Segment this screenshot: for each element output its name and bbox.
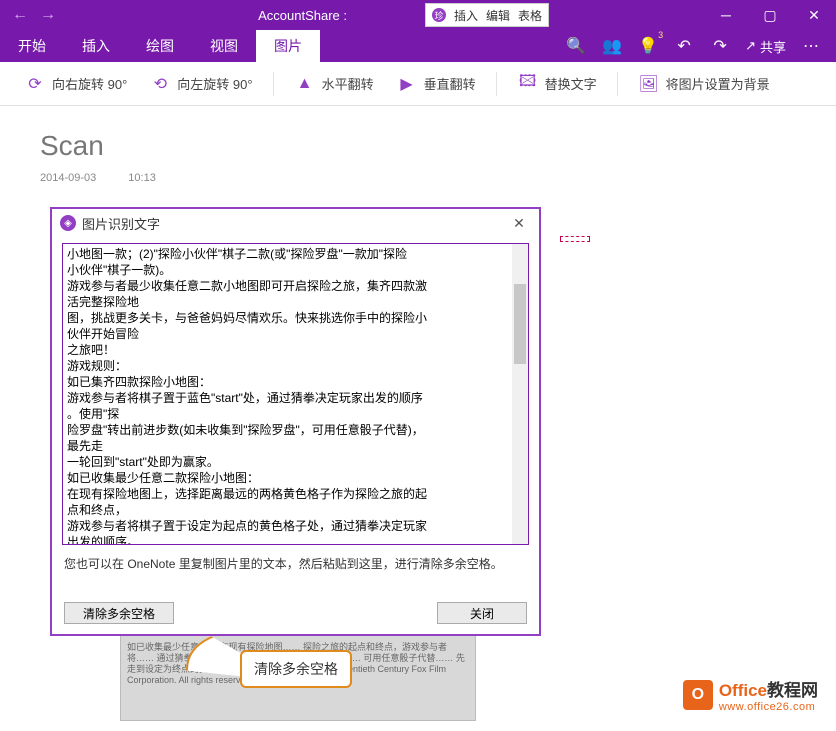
watermark-url: www.office26.com (719, 701, 818, 713)
ocr-line: 游戏参与者最少收集任意二款小地图即可开启探险之旅，集齐四款激 (67, 278, 524, 294)
ocr-line: 险罗盘"转出前进步数(如未收集到"探险罗盘"，可用任意骰子代替)， (67, 422, 524, 438)
rotate-right-label: 向右旋转 90° (52, 74, 127, 93)
rotate-left-label: 向左旋转 90° (177, 74, 252, 93)
dialog-body: 小地图一款；(2)"探险小伙伴"棋子二款(或"探险罗盘"一款加"探险小伙伴"棋子… (52, 237, 539, 634)
ocr-text-area[interactable]: 小地图一款；(2)"探险小伙伴"棋子二款(或"探险罗盘"一款加"探险小伙伴"棋子… (62, 243, 529, 545)
page-title[interactable]: Scan (40, 130, 796, 162)
dialog-close-btn[interactable]: 关闭 (437, 602, 527, 624)
maximize-button[interactable]: ▢ (748, 0, 792, 30)
mini-table[interactable]: 表格 (518, 7, 542, 24)
set-bg-button[interactable]: 🖼 将图片设置为背景 (632, 69, 776, 99)
dialog-title: 图片识别文字 (82, 214, 160, 233)
ocr-line: 游戏规则： (67, 358, 524, 374)
redo-icon[interactable]: ↷ (709, 31, 731, 61)
separator (273, 72, 274, 96)
rotate-left-button[interactable]: ⟲ 向左旋转 90° (143, 69, 258, 99)
watermark-brand: Office教程网 (719, 676, 818, 701)
dialog-close-button[interactable]: ✕ (507, 215, 531, 232)
page-time: 10:13 (128, 172, 156, 184)
ocr-line: 。使用"探 (67, 406, 524, 422)
separator (496, 72, 497, 96)
ocr-line: 伙伴开始冒险 (67, 326, 524, 342)
rotate-right-icon: ⟳ (24, 73, 46, 95)
more-icon[interactable]: ⋯ (800, 31, 822, 61)
page-content: Scan 2014-09-03 10:13 (0, 106, 836, 208)
ocr-line: 在现有探险地图上，选择距离最远的两格黄色格子作为探险之旅的起 (67, 486, 524, 502)
ribbon-tabs: 开始 插入 绘图 视图 图片 🔍 👥 💡3 ↶ ↷ ↗ 共享 ⋯ (0, 30, 836, 62)
close-button[interactable]: ✕ (792, 0, 836, 30)
set-bg-icon: 🖼 (638, 73, 660, 95)
tab-picture[interactable]: 图片 (256, 30, 320, 62)
back-arrow-icon[interactable]: ← (6, 0, 34, 30)
ocr-line: 图，挑战更多关卡，与爸爸妈妈尽情欢乐。快来挑选你手中的探险小 (67, 310, 524, 326)
ocr-line: 点和终点， (67, 502, 524, 518)
ocr-line: 活完整探险地 (67, 294, 524, 310)
scroll-thumb[interactable] (514, 284, 526, 364)
mini-insert[interactable]: 插入 (454, 7, 478, 24)
title-bar: ← → AccountShare : xxxxxxxxxxxxxxxx nes … (0, 0, 836, 30)
ocr-dialog: ◈ 图片识别文字 ✕ 小地图一款；(2)"探险小伙伴"棋子二款(或"探险罗盘"一… (50, 207, 541, 636)
search-icon[interactable]: 🔍 (565, 31, 587, 61)
ocr-line: 游戏参与者将棋子置于设定为起点的黄色格子处，通过猜拳决定玩家 (67, 518, 524, 534)
minimize-button[interactable]: ─ (704, 0, 748, 30)
scrollbar[interactable] (512, 244, 528, 544)
separator (617, 72, 618, 96)
alt-text-icon: 🖾 (517, 73, 539, 95)
ocr-line: 游戏参与者将棋子置于蓝色"start"处，通过猜拳决定玩家出发的顺序 (67, 390, 524, 406)
alt-text-button[interactable]: 🖾 替换文字 (511, 69, 603, 99)
flip-h-button[interactable]: ▲ 水平翻转 (288, 69, 380, 99)
title-center: AccountShare : xxxxxxxxxxxxxxxx nes lint… (68, 8, 704, 23)
share-label: 共享 (760, 37, 786, 56)
watermark: O Office教程网 www.office26.com (683, 676, 818, 713)
flip-h-icon: ▲ (294, 73, 316, 95)
window-controls: ─ ▢ ✕ (704, 0, 836, 30)
tab-draw[interactable]: 绘图 (128, 30, 192, 62)
nav-arrows: ← → (0, 0, 68, 30)
dialog-buttons: 清除多余空格 关闭 (62, 602, 529, 624)
dialog-titlebar: ◈ 图片识别文字 ✕ (52, 209, 539, 237)
forward-arrow-icon[interactable]: → (34, 0, 62, 30)
dialog-hint: 您也可以在 OneNote 里复制图片里的文本，然后粘贴到这里，进行清除多余空格… (62, 555, 529, 572)
annotation-callout: 清除多余空格 (240, 650, 352, 688)
ocr-line: 如已集齐四款探险小地图： (67, 374, 524, 390)
meeting-icon[interactable]: 👥 (601, 31, 623, 61)
gem-icon: 珍 (432, 8, 446, 22)
tab-home[interactable]: 开始 (0, 30, 64, 62)
ocr-line: 出发的顺序。 (67, 534, 524, 545)
picture-toolbar: ⟳ 向右旋转 90° ⟲ 向左旋转 90° ▲ 水平翻转 ▶ 垂直翻转 🖾 替换文字 🖼 将… (0, 62, 836, 106)
set-bg-label: 将图片设置为背景 (666, 74, 770, 93)
share-button[interactable]: ↗ 共享 (745, 37, 786, 56)
alt-text-label: 替换文字 (545, 74, 597, 93)
notification-icon[interactable]: 💡3 (637, 31, 659, 61)
watermark-logo-icon: O (683, 680, 713, 710)
ocr-line: 如已收集最少任意二款探险小地图： (67, 470, 524, 486)
page-date: 2014-09-03 (40, 172, 96, 184)
clear-spaces-button[interactable]: 清除多余空格 (64, 602, 174, 624)
rotate-left-icon: ⟲ (149, 73, 171, 95)
wm-brand2: 教程网 (767, 681, 818, 700)
tab-view[interactable]: 视图 (192, 30, 256, 62)
flip-v-label: 垂直翻转 (424, 74, 476, 93)
rotate-right-button[interactable]: ⟳ 向右旋转 90° (18, 69, 133, 99)
undo-icon[interactable]: ↶ (673, 31, 695, 61)
flip-h-label: 水平翻转 (322, 74, 374, 93)
flip-v-button[interactable]: ▶ 垂直翻转 (390, 69, 482, 99)
flip-v-icon: ▶ (396, 73, 418, 95)
mini-edit[interactable]: 编辑 (486, 7, 510, 24)
app-title: AccountShare : (258, 8, 347, 23)
ocr-line: 最先走 (67, 438, 524, 454)
tab-insert[interactable]: 插入 (64, 30, 128, 62)
gem-icon: ◈ (60, 215, 76, 231)
ribbon-right: 🔍 👥 💡3 ↶ ↷ ↗ 共享 ⋯ (565, 30, 836, 62)
notification-count: 3 (658, 30, 663, 40)
wm-brand1: Office (719, 681, 767, 700)
ocr-line: 之旅吧！ (67, 342, 524, 358)
ocr-line: 一轮回到"start"处即为赢家。 (67, 454, 524, 470)
addon-mini-toolbar[interactable]: 珍 插入 编辑 表格 (425, 3, 549, 27)
empty-container-marker (560, 236, 590, 242)
ocr-line: 小地图一款；(2)"探险小伙伴"棋子二款(或"探险罗盘"一款加"探险 (67, 246, 524, 262)
ocr-line: 小伙伴"棋子一款)。 (67, 262, 524, 278)
page-meta: 2014-09-03 10:13 (40, 172, 796, 184)
